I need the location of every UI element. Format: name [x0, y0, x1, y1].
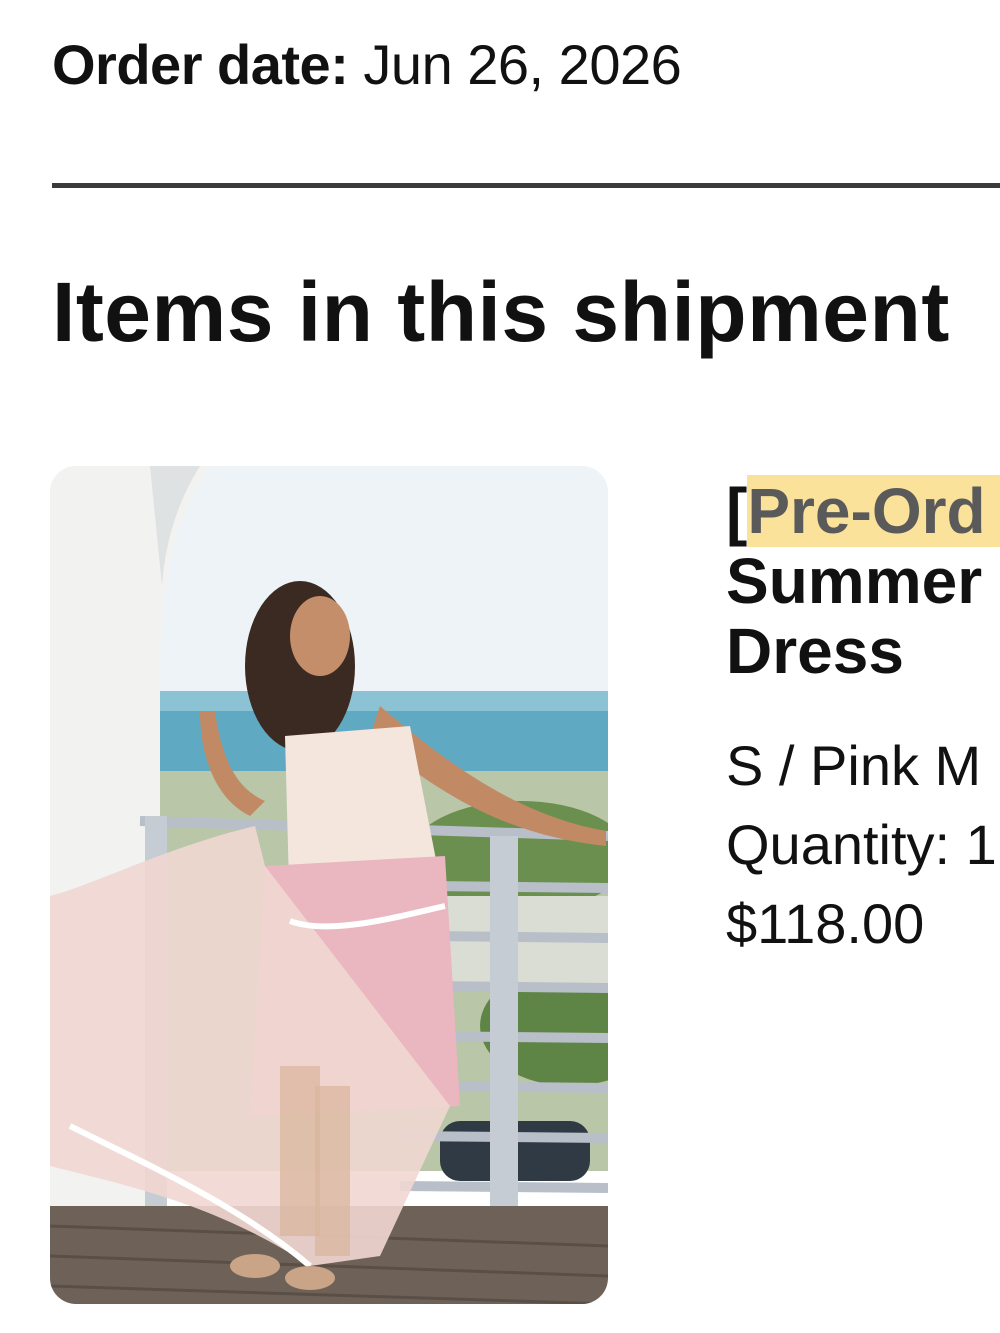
pre-order-tag: Pre-Ord: [747, 475, 1000, 547]
section-divider: [52, 183, 1000, 188]
product-title-line-3: Dress: [726, 615, 904, 687]
section-title: Items in this shipment: [52, 265, 950, 359]
product-title-line-2: Summer: [726, 545, 983, 617]
order-date: Order date: Jun 26, 2026: [52, 30, 682, 100]
product-meta: S / Pink M Quantity: 1 $118.00: [726, 726, 1000, 963]
product-variant: S / Pink M: [726, 734, 982, 797]
product-photo: [50, 466, 608, 1304]
order-date-value: Jun 26, 2026: [363, 33, 682, 96]
product-title[interactable]: [Pre-Ord Summer Dress: [726, 475, 1000, 687]
product-info: [Pre-Ord Summer Dress S / Pink M Quantit…: [726, 475, 1000, 963]
product-image[interactable]: [50, 466, 608, 1304]
title-bracket: [: [726, 475, 748, 547]
product-price: $118.00: [726, 892, 925, 955]
order-date-label: Order date:: [52, 33, 349, 96]
product-quantity: Quantity: 1: [726, 813, 997, 876]
order-email-page: Order date: Jun 26, 2026 Items in this s…: [0, 0, 1000, 1333]
product-title-line-1: [Pre-Ord: [726, 475, 1000, 547]
